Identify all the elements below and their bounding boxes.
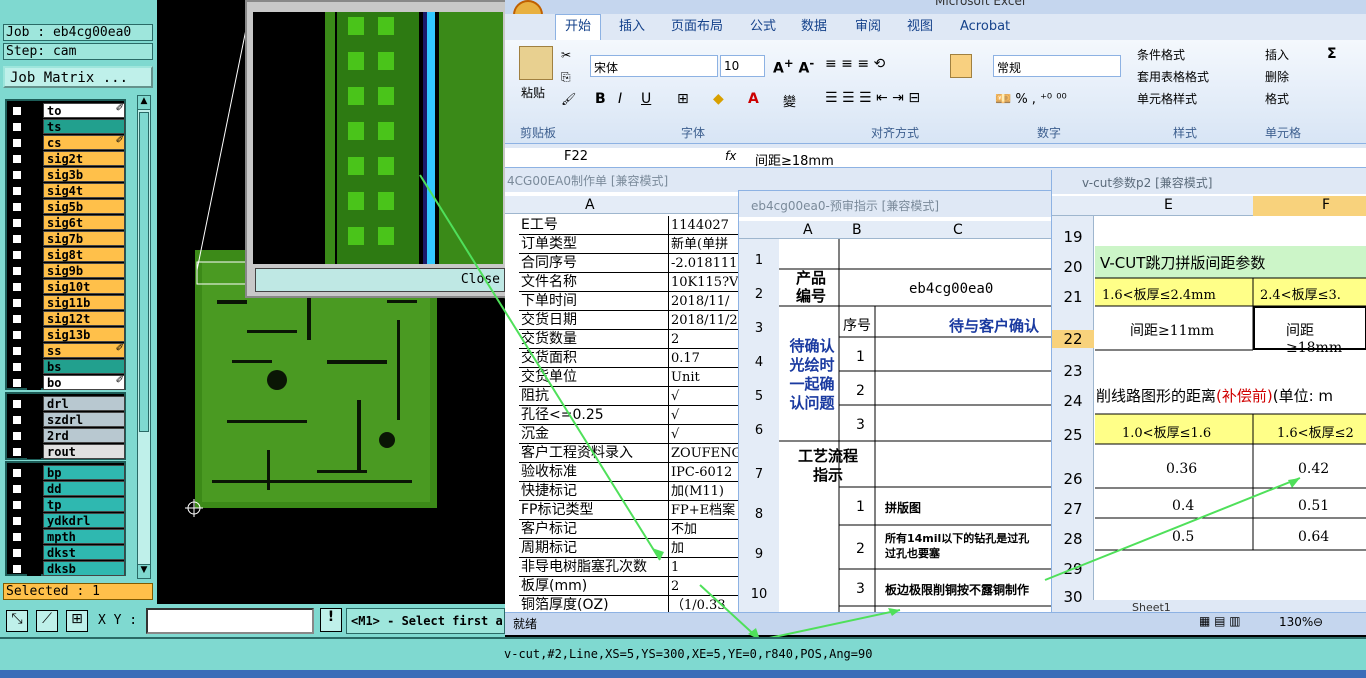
annotation-arrows (419, 174, 1301, 641)
prompt-text: <M1> - Select first a (346, 608, 505, 634)
xy-label: X Y : (98, 613, 138, 628)
alert-icon[interactable]: ! (320, 608, 342, 632)
status-text: v-cut,#2,Line,XS=5,YS=300,XE=5,YE=0,r840… (504, 647, 873, 661)
taskbar (0, 670, 1366, 678)
zoom-box-icon[interactable]: ⤡ (6, 610, 28, 632)
cam-statusbar: v-cut,#2,Line,XS=5,YS=300,XE=5,YE=0,r840… (0, 637, 1366, 670)
cam-toolbar: ⤡ ⟋ ⊞ X Y : ! <M1> - Select first a (0, 604, 505, 637)
xy-input[interactable] (146, 608, 314, 634)
measure-icon[interactable]: ⟋ (36, 610, 58, 632)
grid-icon[interactable]: ⊞ (66, 610, 88, 632)
